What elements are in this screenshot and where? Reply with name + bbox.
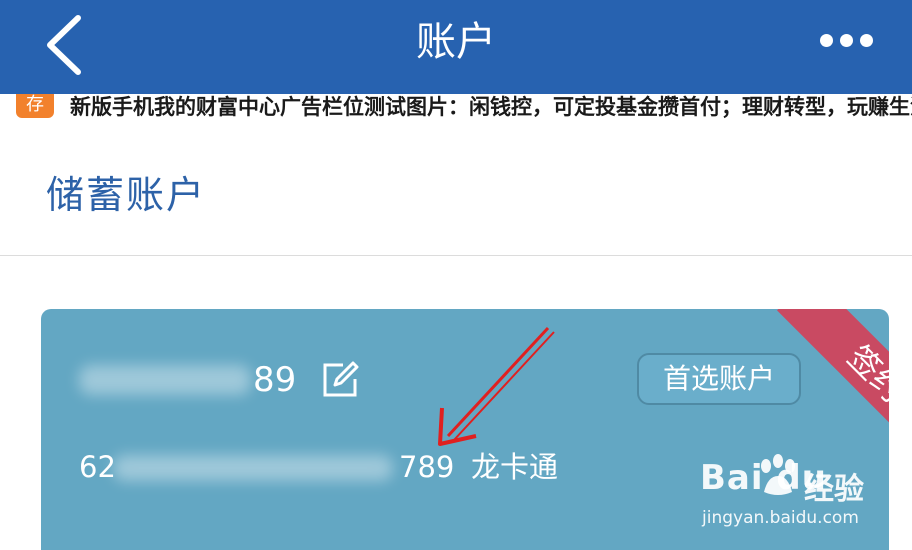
- account-card[interactable]: 89 首选账户 签约 62 789 龙卡通: [41, 309, 889, 550]
- preferred-account-button[interactable]: 首选账户: [637, 353, 801, 405]
- more-dots-icon[interactable]: [812, 24, 876, 58]
- notice-text: 新版手机我的财富中心广告栏位测试图片：闲钱控，可定投基金攒首付；理财转型，玩赚生…: [70, 95, 912, 119]
- account-full-number-tail: 789: [399, 450, 455, 484]
- top-navigation-bar: 账户: [0, 0, 912, 94]
- account-full-number-head: 62: [79, 450, 116, 484]
- edit-icon[interactable]: [321, 361, 361, 399]
- page-title: 账户: [416, 19, 496, 65]
- chevron-left-icon[interactable]: [40, 12, 90, 78]
- card-type-label: 龙卡通: [471, 450, 559, 484]
- account-short-number-tail: 89: [253, 360, 297, 400]
- masked-account-number: [79, 365, 251, 395]
- section-divider: [0, 255, 912, 256]
- deposit-badge: 存: [16, 94, 54, 118]
- masked-full-account-number: [113, 455, 393, 481]
- section-title: 储蓄账户: [46, 173, 207, 217]
- notice-banner[interactable]: 存 新版手机我的财富中心广告栏位测试图片：闲钱控，可定投基金攒首付；理财转型，玩…: [0, 94, 912, 124]
